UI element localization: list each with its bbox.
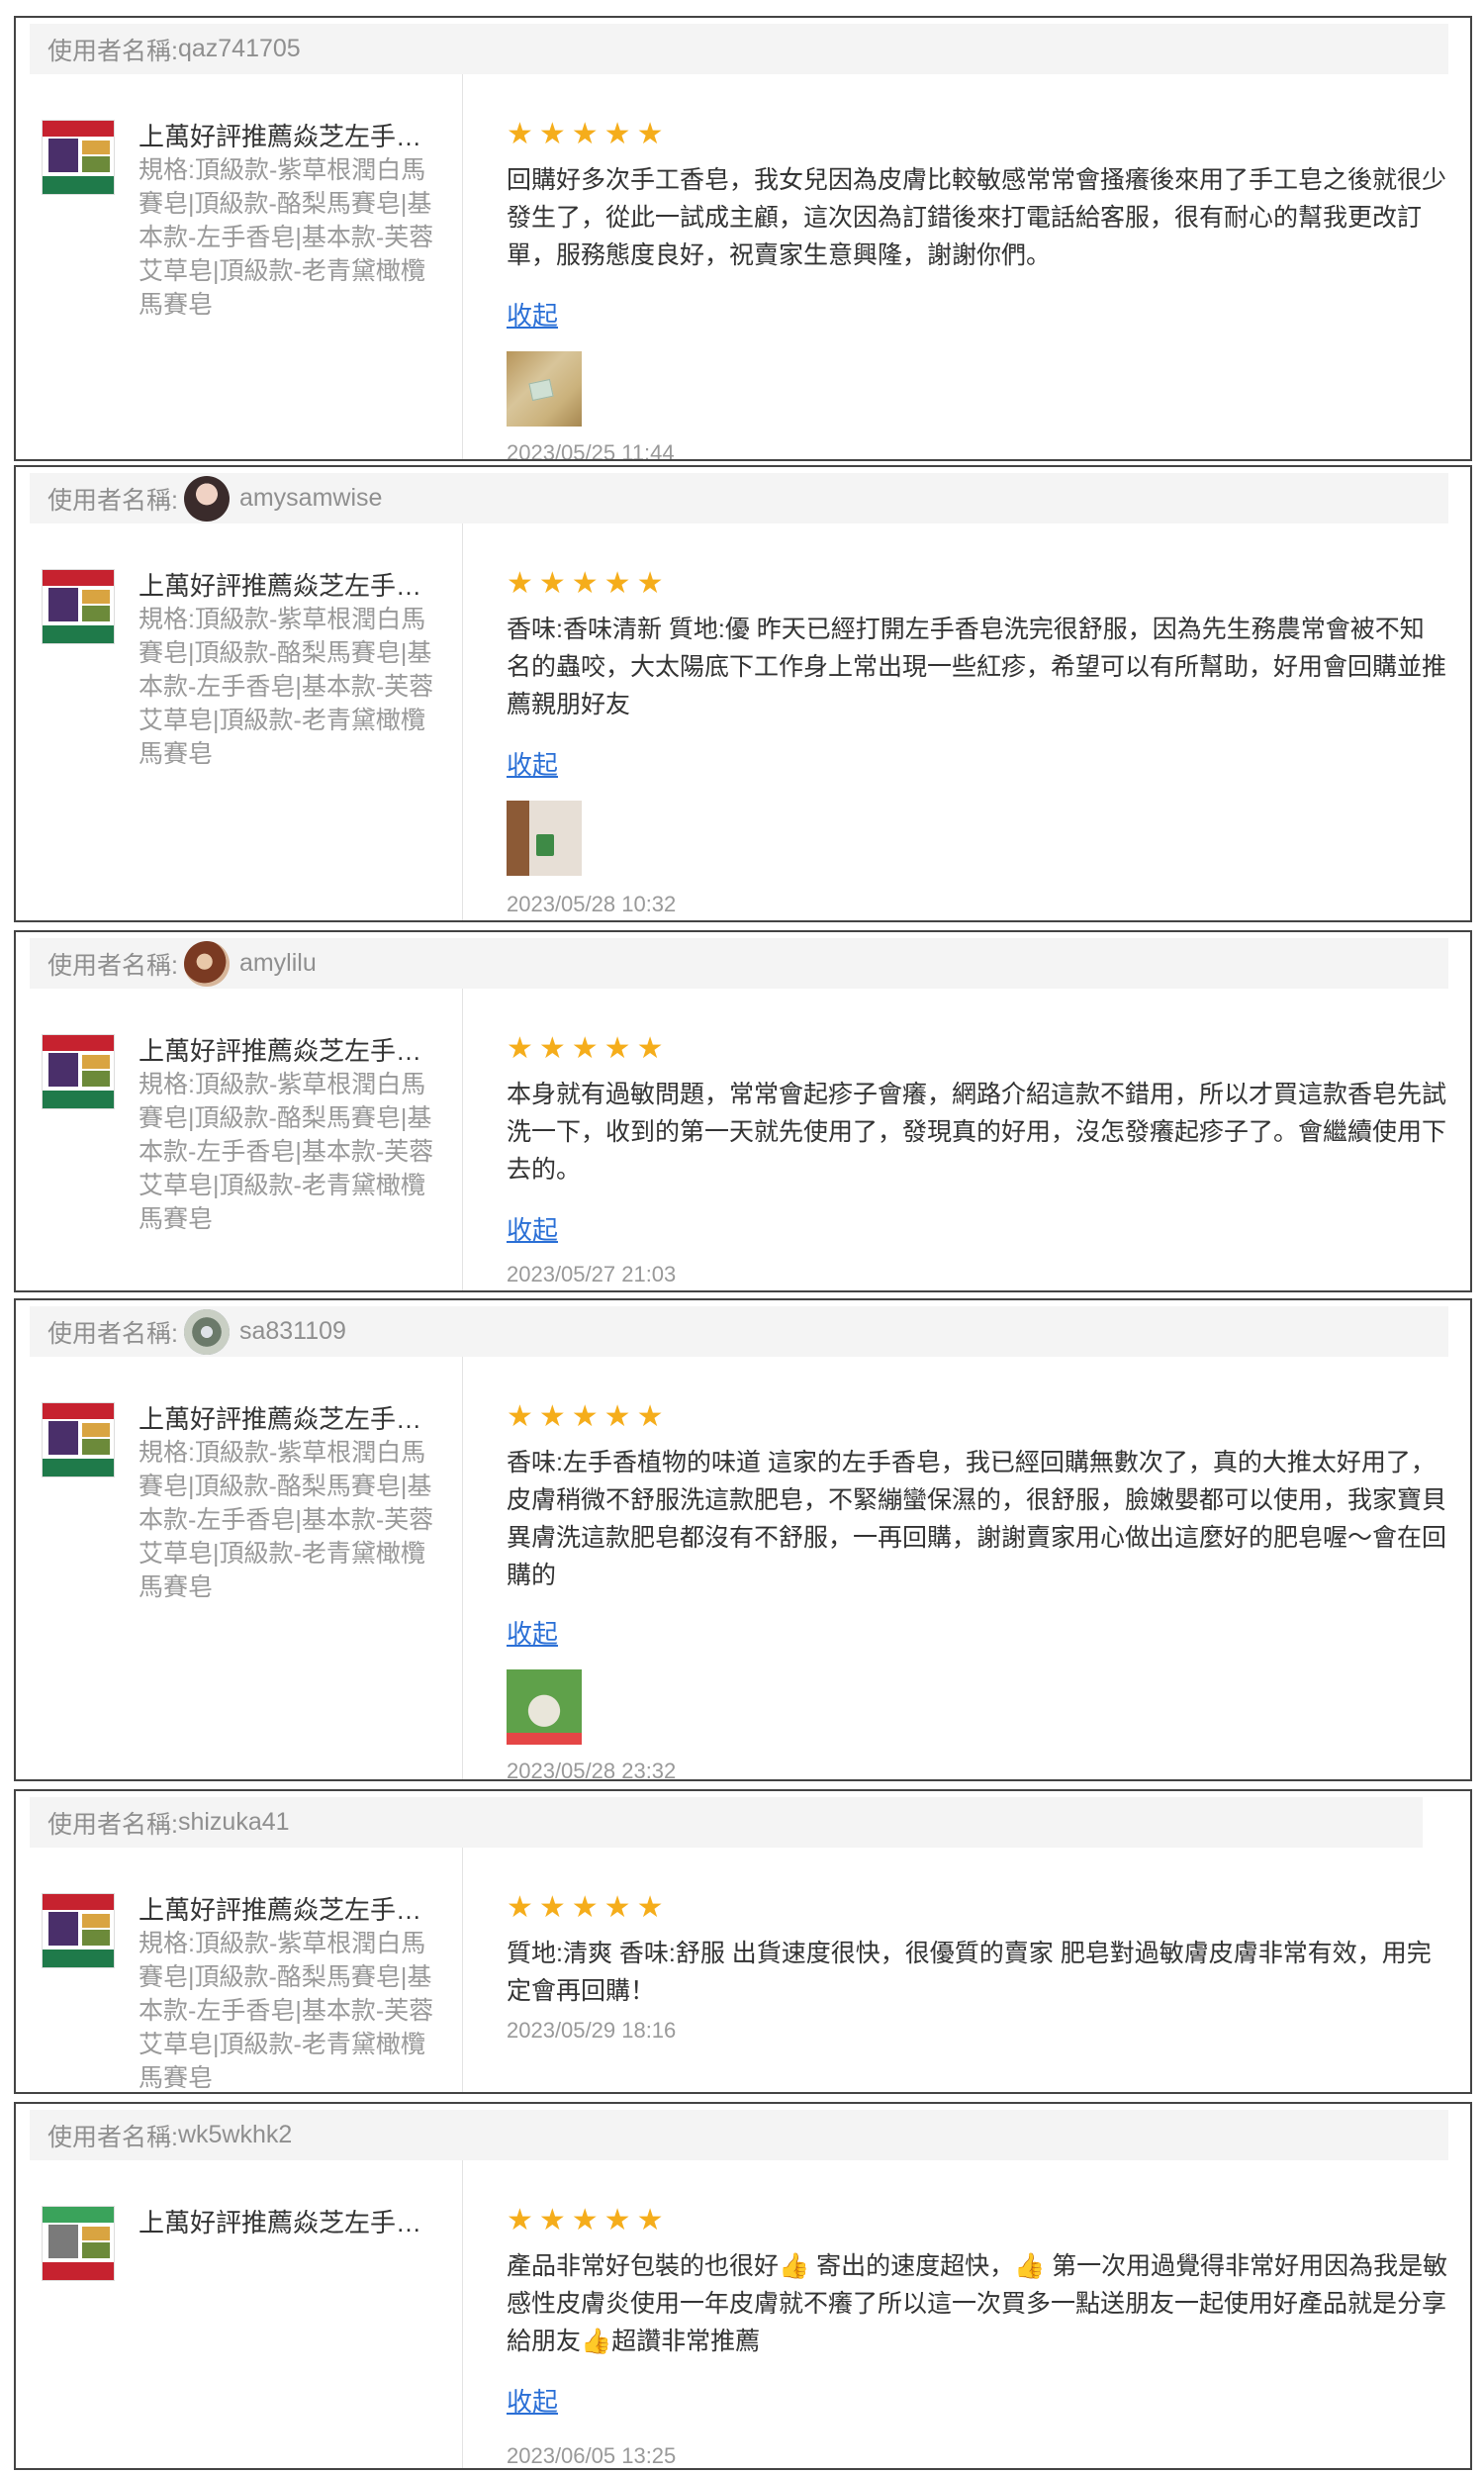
review-comment: 本身就有過敏問題，常常會起疹子會癢，網路介紹這款不錯用，所以才買這款香皂先試洗一… — [507, 1081, 1447, 1184]
review-content: ★★★★★ 產品非常好包裝的也很好👍 寄出的速度超快，👍 第一次用過覺得非常好用… — [507, 2160, 1448, 2468]
product-info: 上萬好評推薦焱芝左手香皂 規格:頂級款-紫草根潤白馬賽皂|頂級款-酪梨馬賽皂|基… — [139, 1034, 435, 1236]
product-spec: 規格:頂級款-紫草根潤白馬賽皂|頂級款-酪梨馬賽皂|基本款-左手香皂|基本款-芙… — [139, 1930, 434, 2092]
username-label: 使用者名稱: — [47, 2123, 178, 2151]
review-photo[interactable] — [507, 351, 582, 427]
review-content: ★★★★★ 質地:清爽 香味:舒服 出貨速度很快，很優質的賣家 肥皂對過敏膚皮膚… — [507, 1848, 1448, 2092]
review-header: 使用者名稱: qaz741705 — [30, 24, 1448, 74]
star-rating: ★★★★★ — [507, 1032, 670, 1065]
product-thumbnail[interactable] — [42, 1402, 115, 1477]
review-card: 使用者名稱: wk5wkhk2 上萬好評推薦焱芝左手香皂 ★★★★★ 產品非常好… — [14, 2102, 1472, 2470]
product-spec: 規格:頂級款-紫草根潤白馬賽皂|頂級款-酪梨馬賽皂|基本款-左手香皂|基本款-芙… — [139, 1439, 434, 1601]
product-thumbnail[interactable] — [42, 1893, 115, 1968]
review-timestamp: 2023/05/28 23:32 — [507, 1759, 677, 1781]
product-info: 上萬好評推薦焱芝左手香皂 規格:頂級款-紫草根潤白馬賽皂|頂級款-酪梨馬賽皂|基… — [139, 1402, 435, 1604]
product-thumbnail[interactable] — [42, 1034, 115, 1109]
review-comment: 香味:左手香植物的味道 這家的左手香皂，我已經回購無數次了，真的大推太好用了，皮… — [507, 1449, 1447, 1589]
product-column: 上萬好評推薦焱芝左手香皂 規格:頂級款-紫草根潤白馬賽皂|頂級款-酪梨馬賽皂|基… — [16, 1848, 463, 2092]
review-card: 使用者名稱: sa831109 上萬好評推薦焱芝左手香皂 規格:頂級款-紫草根潤… — [14, 1298, 1472, 1781]
product-info: 上萬好評推薦焱芝左手香皂 規格:頂級款-紫草根潤白馬賽皂|頂級款-酪梨馬賽皂|基… — [139, 120, 435, 322]
username[interactable]: amysamwise — [239, 484, 382, 513]
username-label: 使用者名稱: — [47, 1810, 178, 1839]
review-timestamp: 2023/05/27 21:03 — [507, 1262, 677, 1286]
product-title[interactable]: 上萬好評推薦焱芝左手香皂 — [139, 120, 435, 153]
star-rating: ★★★★★ — [507, 118, 670, 150]
star-rating: ★★★★★ — [507, 1891, 670, 1924]
product-info: 上萬好評推薦焱芝左手香皂 規格:頂級款-紫草根潤白馬賽皂|頂級款-酪梨馬賽皂|基… — [139, 569, 435, 771]
review-content: ★★★★★ 本身就有過敏問題，常常會起疹子會癢，網路介紹這款不錯用，所以才買這款… — [507, 989, 1448, 1290]
star-rating: ★★★★★ — [507, 1400, 670, 1433]
username-label: 使用者名稱: — [47, 951, 178, 980]
product-title[interactable]: 上萬好評推薦焱芝左手香皂 — [139, 569, 435, 603]
review-card: 使用者名稱: shizuka41 上萬好評推薦焱芝左手香皂 規格:頂級款-紫草根… — [14, 1789, 1472, 2094]
review-comment: 質地:清爽 香味:舒服 出貨速度很快，很優質的賣家 肥皂對過敏膚皮膚非常有效，用… — [507, 1940, 1432, 2005]
product-spec: 規格:頂級款-紫草根潤白馬賽皂|頂級款-酪梨馬賽皂|基本款-左手香皂|基本款-芙… — [139, 1071, 434, 1233]
product-title[interactable]: 上萬好評推薦焱芝左手香皂 — [139, 1402, 435, 1436]
product-column: 上萬好評推薦焱芝左手香皂 規格:頂級款-紫草根潤白馬賽皂|頂級款-酪梨馬賽皂|基… — [16, 989, 463, 1290]
product-info: 上萬好評推薦焱芝左手香皂 規格:頂級款-紫草根潤白馬賽皂|頂級款-酪梨馬賽皂|基… — [139, 1893, 435, 2092]
review-content: ★★★★★ 香味:香味清新 質地:優 昨天已經打開左手香皂洗完很舒服，因為先生務… — [507, 523, 1448, 920]
product-column: 上萬好評推薦焱芝左手香皂 規格:頂級款-紫草根潤白馬賽皂|頂級款-酪梨馬賽皂|基… — [16, 1357, 463, 1779]
product-thumbnail[interactable] — [42, 120, 115, 195]
avatar[interactable] — [183, 1308, 230, 1355]
review-header: 使用者名稱: amysamwise — [30, 473, 1448, 523]
review-photo[interactable] — [507, 1669, 582, 1745]
product-spec: 規格:頂級款-紫草根潤白馬賽皂|頂級款-酪梨馬賽皂|基本款-左手香皂|基本款-芙… — [139, 156, 434, 319]
username[interactable]: wk5wkhk2 — [178, 2121, 292, 2149]
product-title[interactable]: 上萬好評推薦焱芝左手香皂 — [139, 1893, 435, 1927]
review-header: 使用者名稱: sa831109 — [30, 1306, 1448, 1357]
product-thumbnail[interactable] — [42, 2206, 115, 2281]
username[interactable]: sa831109 — [239, 1317, 346, 1346]
review-header: 使用者名稱: wk5wkhk2 — [30, 2110, 1448, 2160]
review-card: 使用者名稱: qaz741705 上萬好評推薦焱芝左手香皂 規格:頂級款-紫草根… — [14, 16, 1472, 461]
username-label: 使用者名稱: — [47, 37, 178, 65]
username[interactable]: amylilu — [239, 949, 317, 978]
review-header: 使用者名稱: amylilu — [30, 938, 1448, 989]
product-column: 上萬好評推薦焱芝左手香皂 — [16, 2160, 463, 2468]
product-title[interactable]: 上萬好評推薦焱芝左手香皂 — [139, 2206, 435, 2239]
review-comment: 產品非常好包裝的也很好👍 寄出的速度超快，👍 第一次用過覺得非常好用因為我是敏感… — [507, 2252, 1448, 2355]
product-thumbnail[interactable] — [42, 569, 115, 644]
star-rating: ★★★★★ — [507, 2204, 670, 2236]
review-content: ★★★★★ 回購好多次手工香皂，我女兒因為皮膚比較敏感常常會搔癢後來用了手工皂之… — [507, 74, 1448, 459]
review-timestamp: 2023/06/05 13:25 — [507, 2443, 677, 2468]
review-content: ★★★★★ 香味:左手香植物的味道 這家的左手香皂，我已經回購無數次了，真的大推… — [507, 1357, 1448, 1779]
username-label: 使用者名稱: — [47, 486, 178, 515]
username-label: 使用者名稱: — [47, 1319, 178, 1348]
review-comment: 香味:香味清新 質地:優 昨天已經打開左手香皂洗完很舒服，因為先生務農常會被不知… — [507, 616, 1447, 718]
collapse-link[interactable]: 收起 — [507, 1210, 558, 1247]
avatar[interactable] — [183, 940, 230, 987]
review-comment: 回購好多次手工香皂，我女兒因為皮膚比較敏感常常會搔癢後來用了手工皂之後就很少發生… — [507, 166, 1447, 269]
product-info: 上萬好評推薦焱芝左手香皂 — [139, 2206, 435, 2239]
collapse-link[interactable]: 收起 — [507, 2382, 558, 2419]
review-timestamp: 2023/05/28 10:32 — [507, 892, 677, 916]
product-column: 上萬好評推薦焱芝左手香皂 規格:頂級款-紫草根潤白馬賽皂|頂級款-酪梨馬賽皂|基… — [16, 74, 463, 459]
username[interactable]: qaz741705 — [178, 35, 301, 63]
collapse-link[interactable]: 收起 — [507, 296, 558, 333]
review-card: 使用者名稱: amylilu 上萬好評推薦焱芝左手香皂 規格:頂級款-紫草根潤白… — [14, 930, 1472, 1292]
collapse-link[interactable]: 收起 — [507, 745, 558, 782]
review-timestamp: 2023/05/25 11:44 — [507, 440, 675, 461]
review-timestamp: 2023/05/29 18:16 — [507, 2018, 677, 2043]
review-photo[interactable] — [507, 801, 582, 876]
review-header: 使用者名稱: shizuka41 — [30, 1797, 1423, 1848]
avatar[interactable] — [183, 475, 230, 522]
product-title[interactable]: 上萬好評推薦焱芝左手香皂 — [139, 1034, 435, 1068]
star-rating: ★★★★★ — [507, 567, 670, 600]
product-column: 上萬好評推薦焱芝左手香皂 規格:頂級款-紫草根潤白馬賽皂|頂級款-酪梨馬賽皂|基… — [16, 523, 463, 920]
username[interactable]: shizuka41 — [178, 1808, 290, 1837]
review-card: 使用者名稱: amysamwise 上萬好評推薦焱芝左手香皂 規格:頂級款-紫草… — [14, 465, 1472, 922]
product-spec: 規格:頂級款-紫草根潤白馬賽皂|頂級款-酪梨馬賽皂|基本款-左手香皂|基本款-芙… — [139, 606, 434, 768]
collapse-link[interactable]: 收起 — [507, 1614, 558, 1651]
